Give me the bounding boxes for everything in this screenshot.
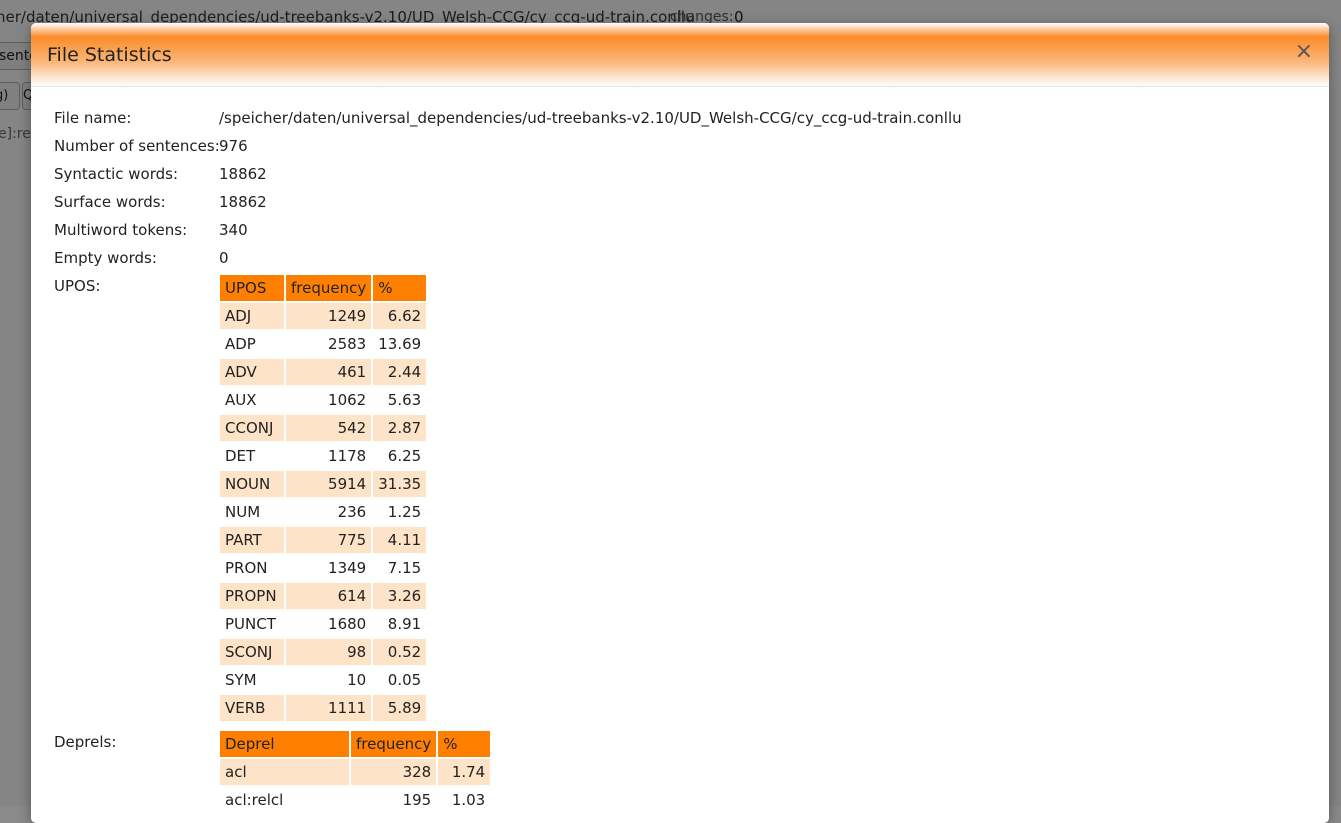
frequency-cell: 2583 bbox=[328, 335, 367, 353]
surface-words-label: Surface words: bbox=[54, 193, 166, 211]
percent-cell: 2.87 bbox=[373, 415, 427, 441]
table-row: NUM 236 1.25 bbox=[220, 499, 426, 525]
percent-cell: 0.05 bbox=[387, 671, 422, 689]
frequency-cell: 461 bbox=[286, 359, 372, 385]
frequency-cell: 98 bbox=[286, 639, 372, 665]
frequency-cell: 1349 bbox=[328, 559, 367, 577]
percent-cell: 8.91 bbox=[387, 615, 422, 633]
column-header: Deprel bbox=[220, 731, 349, 757]
syntactic-words-label: Syntactic words: bbox=[54, 165, 179, 183]
empty-words-label: Empty words: bbox=[54, 249, 157, 267]
table-row: ADV 461 2.44 bbox=[220, 359, 427, 385]
frequency-cell: 1249 bbox=[286, 303, 372, 329]
table-row: PUNCT 1680 8.91 bbox=[220, 611, 426, 637]
upos-table-wrap: UPOS frequency% ADJ 1249 6.62 ADP 2583 13.69 ADV… bbox=[218, 273, 428, 723]
upos-label: UPOS: bbox=[54, 277, 101, 295]
percent-cell: 7.15 bbox=[387, 559, 422, 577]
frequency-cell: 1178 bbox=[328, 447, 367, 465]
sentences-label: Number of sentences: bbox=[54, 137, 220, 155]
syntactic-words-value: 18862 bbox=[219, 165, 267, 183]
table-row: ADJ 1249 6.62 bbox=[220, 303, 427, 329]
surface-words-value: 18862 bbox=[219, 193, 267, 211]
row-label: NUM bbox=[225, 503, 261, 521]
table-row: PRON 1349 7.15 bbox=[220, 555, 426, 581]
deprels-label: Deprels: bbox=[54, 733, 117, 751]
column-header: % bbox=[373, 275, 427, 301]
multiword-tokens-label: Multiword tokens: bbox=[54, 221, 188, 239]
table-row: DET 1178 6.25 bbox=[220, 443, 426, 469]
frequency-cell: 775 bbox=[286, 527, 372, 553]
table-header-row: Deprel frequency% bbox=[220, 731, 491, 757]
row-label: ADV bbox=[220, 359, 284, 385]
table-row: CCONJ 542 2.87 bbox=[220, 415, 427, 441]
frequency-cell: 1111 bbox=[286, 695, 372, 721]
table-row: PROPN 614 3.26 bbox=[220, 583, 427, 609]
frequency-cell: 236 bbox=[337, 503, 367, 521]
frequency-cell: 195 bbox=[402, 791, 432, 809]
percent-cell: 13.69 bbox=[378, 335, 422, 353]
row-label: acl bbox=[220, 759, 349, 785]
column-header: % bbox=[438, 731, 491, 757]
table-row: VERB 1111 5.89 bbox=[220, 695, 427, 721]
deprel-table: Deprel frequency% acl 328 1.74 acl:relcl 195 1.… bbox=[218, 729, 492, 815]
multiword-tokens-value: 340 bbox=[219, 221, 248, 239]
frequency-cell: 542 bbox=[286, 415, 372, 441]
column-header: frequency bbox=[351, 731, 437, 757]
table-row: AUX 1062 5.63 bbox=[220, 387, 426, 413]
file-name-label: File name: bbox=[54, 109, 132, 127]
frequency-cell: 10 bbox=[347, 671, 367, 689]
table-row: SYM 10 0.05 bbox=[220, 667, 426, 693]
percent-cell: 6.62 bbox=[373, 303, 427, 329]
row-label: CCONJ bbox=[220, 415, 284, 441]
table-row: ADP 2583 13.69 bbox=[220, 331, 426, 357]
file-name-value: /speicher/daten/universal_dependencies/u… bbox=[219, 109, 962, 127]
row-label: VERB bbox=[220, 695, 284, 721]
deprel-table-wrap: Deprel frequency% acl 328 1.74 acl:relcl 195 1.… bbox=[218, 729, 492, 815]
percent-cell: 3.26 bbox=[373, 583, 427, 609]
percent-cell: 5.89 bbox=[373, 695, 427, 721]
column-header: UPOS bbox=[220, 275, 284, 301]
dialog-header: File Statistics × bbox=[31, 23, 1329, 87]
row-label: NOUN bbox=[220, 471, 284, 497]
row-label: PRON bbox=[225, 559, 268, 577]
row-label: acl:relcl bbox=[225, 791, 284, 809]
column-header: frequency bbox=[286, 275, 372, 301]
percent-cell: 31.35 bbox=[373, 471, 427, 497]
row-label: ADJ bbox=[220, 303, 284, 329]
percent-cell: 6.25 bbox=[387, 447, 422, 465]
percent-cell: 1.03 bbox=[451, 791, 486, 809]
upos-table: UPOS frequency% ADJ 1249 6.62 ADP 2583 13.69 ADV… bbox=[218, 273, 428, 723]
row-label: PART bbox=[220, 527, 284, 553]
empty-words-value: 0 bbox=[219, 249, 229, 267]
frequency-cell: 328 bbox=[351, 759, 437, 785]
sentences-value: 976 bbox=[219, 137, 248, 155]
row-label: AUX bbox=[225, 391, 257, 409]
row-label: ADP bbox=[225, 335, 256, 353]
percent-cell: 2.44 bbox=[373, 359, 427, 385]
close-icon[interactable]: × bbox=[1295, 40, 1313, 64]
dialog-title: File Statistics bbox=[47, 44, 172, 66]
table-row: SCONJ 98 0.52 bbox=[220, 639, 427, 665]
row-label: PUNCT bbox=[225, 615, 276, 633]
table-row: PART 775 4.11 bbox=[220, 527, 427, 553]
table-row: NOUN 5914 31.35 bbox=[220, 471, 427, 497]
row-label: DET bbox=[225, 447, 256, 465]
table-header-row: UPOS frequency% bbox=[220, 275, 427, 301]
percent-cell: 0.52 bbox=[373, 639, 427, 665]
percent-cell: 5.63 bbox=[387, 391, 422, 409]
table-row: acl 328 1.74 bbox=[220, 759, 491, 785]
row-label: PROPN bbox=[220, 583, 284, 609]
frequency-cell: 614 bbox=[286, 583, 372, 609]
percent-cell: 1.74 bbox=[438, 759, 491, 785]
frequency-cell: 1062 bbox=[328, 391, 367, 409]
table-row: acl:relcl 195 1.03 bbox=[220, 787, 490, 813]
frequency-cell: 5914 bbox=[286, 471, 372, 497]
percent-cell: 4.11 bbox=[373, 527, 427, 553]
frequency-cell: 1680 bbox=[328, 615, 367, 633]
percent-cell: 1.25 bbox=[387, 503, 422, 521]
file-statistics-dialog: File Statistics × File name: /speicher/d… bbox=[31, 23, 1329, 823]
row-label: SCONJ bbox=[220, 639, 284, 665]
row-label: SYM bbox=[225, 671, 257, 689]
